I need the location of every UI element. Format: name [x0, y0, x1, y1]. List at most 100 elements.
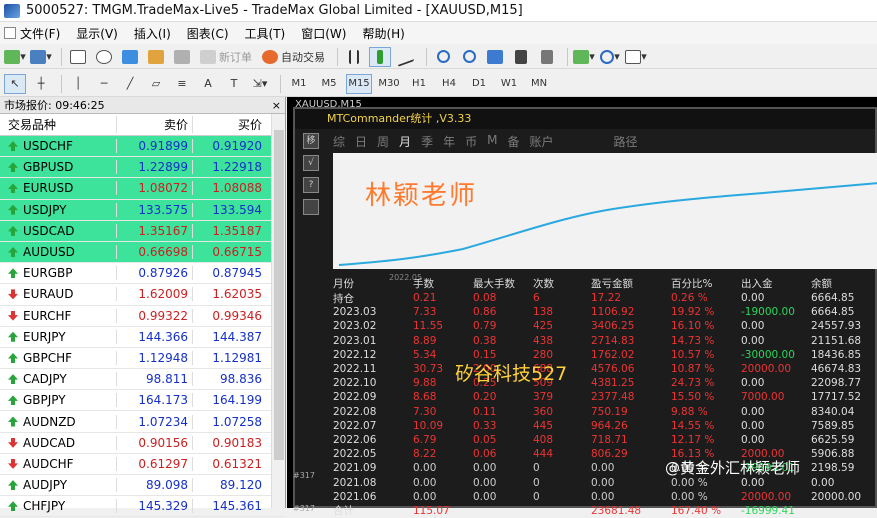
timeframe-mn[interactable]: MN: [526, 74, 552, 94]
blank-button[interactable]: [303, 199, 319, 215]
terminal-button[interactable]: [145, 47, 167, 67]
navigator-button[interactable]: [93, 47, 115, 67]
menu-help[interactable]: 帮助(H): [362, 25, 404, 42]
symbol-row-usdcad[interactable]: USDCAD 1.35167 1.35187: [0, 220, 285, 242]
symbol-row-gbpchf[interactable]: GBPCHF 1.12948 1.12981: [0, 348, 285, 370]
period-tab-1[interactable]: 日: [355, 133, 367, 150]
symbol-cell: AUDJPY: [0, 478, 116, 492]
indicators-button[interactable]: ▾: [573, 47, 595, 67]
symbol-row-audchf[interactable]: AUDCHF 0.61297 0.61321: [0, 454, 285, 475]
symbol-row-chfjpy[interactable]: CHFJPY 145.329 145.361: [0, 496, 285, 518]
profiles-button[interactable]: ▾: [30, 47, 52, 67]
period-tab-5[interactable]: 年: [443, 133, 455, 150]
cursor-tool[interactable]: ↖: [4, 73, 26, 94]
bar-chart-button[interactable]: [343, 47, 365, 67]
stats-column-header: 余额: [811, 277, 832, 290]
timeframe-m1[interactable]: M1: [286, 74, 312, 94]
arrow-down-icon: [8, 437, 18, 448]
column-symbol[interactable]: 交易品种: [0, 116, 116, 133]
templates-button[interactable]: ▾: [625, 47, 647, 67]
chart-window[interactable]: XAUUSD,M15 MTCommander统计 ,V3.33 移 √ ? 综日…: [287, 97, 877, 517]
ask-cell: 145.361: [192, 499, 268, 514]
market-watch-button[interactable]: [67, 47, 89, 67]
new-order-button[interactable]: 新订单: [197, 47, 255, 67]
new-chart-button[interactable]: ▾: [4, 47, 26, 67]
period-tab-0[interactable]: 综: [333, 133, 345, 150]
timeframe-h4[interactable]: H4: [436, 74, 462, 94]
symbol-row-eurusd[interactable]: EURUSD 1.08072 1.08088: [0, 178, 285, 200]
label-tool[interactable]: T: [223, 74, 245, 94]
move-button[interactable]: 移: [303, 133, 319, 149]
horizontal-line-tool[interactable]: ─: [93, 74, 115, 94]
crosshair-tool[interactable]: ┼: [30, 74, 52, 94]
fibonacci-tool[interactable]: ≡: [171, 74, 193, 94]
timeframe-w1[interactable]: W1: [496, 74, 522, 94]
menu-file[interactable]: 文件(F): [4, 25, 60, 42]
menu-bar: 文件(F) 显示(V) 插入(I) 图表(C) 工具(T) 窗口(W) 帮助(H…: [0, 22, 877, 44]
timeframe-m5[interactable]: M5: [316, 74, 342, 94]
vertical-line-tool[interactable]: │: [67, 74, 89, 94]
stats-cell: 持仓: [333, 292, 354, 305]
symbol-row-euraud[interactable]: EURAUD 1.62009 1.62035: [0, 284, 285, 306]
period-tab-4[interactable]: 季: [421, 133, 433, 150]
period-tab-9[interactable]: 账户: [529, 133, 553, 150]
symbol-row-eurjpy[interactable]: EURJPY 144.366 144.387: [0, 327, 285, 348]
symbol-row-eurgbp[interactable]: EURGBP 0.87926 0.87945: [0, 263, 285, 285]
bid-cell: 1.07234: [116, 414, 192, 429]
symbol-row-gbpusd[interactable]: GBPUSD 1.22899 1.22918: [0, 157, 285, 179]
symbol-row-audcad[interactable]: AUDCAD 0.90156 0.90183: [0, 433, 285, 454]
zoom-in-button[interactable]: [432, 47, 454, 67]
stats-cell: 8.89: [413, 334, 437, 347]
arrows-tool[interactable]: ⇲ ▾: [249, 74, 271, 94]
stats-cell: 5906.88: [811, 448, 855, 461]
text-tool[interactable]: A: [197, 74, 219, 94]
chart-shift-button[interactable]: [536, 47, 558, 67]
timeframe-m30[interactable]: M30: [376, 74, 402, 94]
period-tab-2[interactable]: 周: [377, 133, 389, 150]
symbol-row-usdjpy[interactable]: USDJPY 133.575 133.594: [0, 199, 285, 221]
channel-tool[interactable]: ▱: [145, 74, 167, 94]
menu-tools[interactable]: 工具(T): [245, 25, 286, 42]
menu-view[interactable]: 显示(V): [76, 25, 118, 42]
scrollbar-thumb[interactable]: [274, 130, 284, 460]
autoscroll-button[interactable]: [510, 47, 532, 67]
check-button[interactable]: √: [303, 155, 319, 171]
stats-cell: 445: [533, 419, 554, 432]
zoom-out-button[interactable]: [458, 47, 480, 67]
periods-button[interactable]: ▾: [599, 47, 621, 67]
tile-windows-button[interactable]: [484, 47, 506, 67]
timeframe-d1[interactable]: D1: [466, 74, 492, 94]
period-tab-7[interactable]: M: [487, 133, 497, 150]
help-button[interactable]: ?: [303, 177, 319, 193]
stats-column-header: 手数: [413, 277, 434, 290]
close-icon[interactable]: ×: [272, 97, 285, 113]
market-watch-scrollbar[interactable]: [271, 114, 285, 508]
candlestick-button[interactable]: [369, 46, 391, 67]
timeframe-h1[interactable]: H1: [406, 74, 432, 94]
symbol-row-audnzd[interactable]: AUDNZD 1.07234 1.07258: [0, 411, 285, 433]
trendline-tool[interactable]: ╱: [119, 74, 141, 94]
auto-trading-button[interactable]: 自动交易: [259, 47, 328, 67]
symbol-row-eurchf[interactable]: EURCHF 0.99322 0.99346: [0, 306, 285, 327]
symbol-row-usdchf[interactable]: USDCHF 0.91899 0.91920: [0, 136, 285, 158]
stats-cell: 24557.93: [811, 320, 862, 333]
period-tabs: 综日周月季年币 M 备账户 路径: [333, 133, 638, 150]
column-bid[interactable]: 卖价: [116, 116, 192, 133]
menu-window[interactable]: 窗口(W): [301, 25, 346, 42]
path-tab[interactable]: 路径: [614, 133, 638, 150]
symbol-row-cadjpy[interactable]: CADJPY 98.811 98.836: [0, 369, 285, 391]
tester-button[interactable]: [171, 47, 193, 67]
timeframe-m15[interactable]: M15: [346, 73, 372, 94]
line-chart-button[interactable]: [395, 46, 417, 67]
menu-insert[interactable]: 插入(I): [134, 25, 171, 42]
symbol-row-audjpy[interactable]: AUDJPY 89.098 89.120: [0, 475, 285, 497]
data-window-button[interactable]: [119, 47, 141, 67]
menu-charts[interactable]: 图表(C): [187, 25, 229, 42]
period-tab-6[interactable]: 币: [465, 133, 477, 150]
symbol-row-audusd[interactable]: AUDUSD 0.66698 0.66715: [0, 241, 285, 264]
symbol-row-gbpjpy[interactable]: GBPJPY 164.173 164.199: [0, 390, 285, 412]
stats-cell: 21151.68: [811, 334, 862, 347]
period-tab-8[interactable]: 备: [507, 133, 519, 150]
period-tab-3[interactable]: 月: [399, 133, 411, 150]
column-ask[interactable]: 买价: [192, 116, 268, 133]
